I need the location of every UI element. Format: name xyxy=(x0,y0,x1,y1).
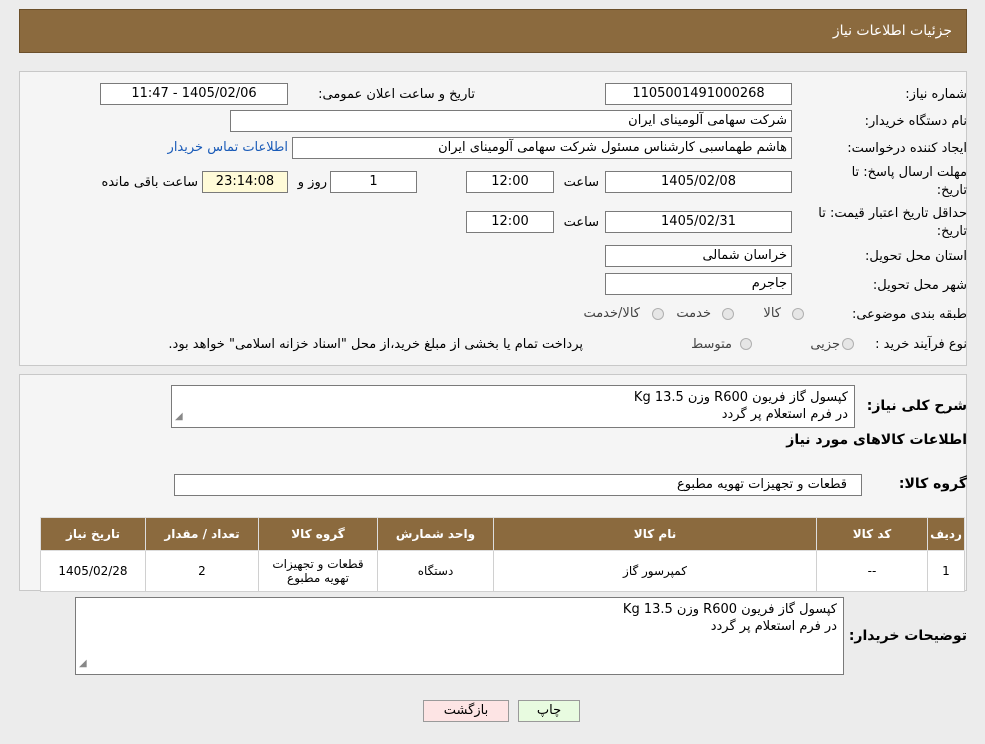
validity-label-date: تاریخ: xyxy=(936,224,967,239)
category-label: طبقه بندی موضوعی: xyxy=(851,307,967,322)
summary-line-2: در فرم استعلام پر گردد xyxy=(721,407,848,422)
cell-name: کمپرسور گاز xyxy=(493,550,817,592)
resize-grip-icon[interactable]: ◢ xyxy=(79,655,87,672)
process-note: پرداخت تمام یا بخشی از مبلغ خرید،از محل … xyxy=(168,337,583,352)
cell-qty: 2 xyxy=(145,550,259,592)
buyer-notes-label: توضیحات خریدار: xyxy=(848,628,967,644)
process-option-minor: جزیی xyxy=(810,337,840,352)
col-date: تاریخ نیاز xyxy=(40,517,146,551)
category-option-goods: کالا xyxy=(763,306,781,321)
print-button[interactable]: چاپ xyxy=(518,700,580,722)
col-unit: واحد شمارش xyxy=(377,517,494,551)
buyer-notes-line-1: کپسول گاز فریون R600 وزن 13.5 Kg xyxy=(622,602,837,617)
process-radio-medium[interactable] xyxy=(740,338,752,350)
cell-unit: دستگاه xyxy=(377,550,494,592)
deadline-label: مهلت ارسال پاسخ: تا xyxy=(851,165,967,180)
cell-code: -- xyxy=(816,550,928,592)
cell-date: 1405/02/28 xyxy=(40,550,146,592)
table-row: 1 -- کمپرسور گاز دستگاه قطعات و تجهیزات … xyxy=(40,550,965,592)
province-field: خراسان شمالی xyxy=(605,245,792,267)
summary-line-1: کپسول گاز فریون R600 وزن 13.5 Kg xyxy=(633,390,848,405)
cell-group: قطعات و تجهیزات تهویه مطبوع xyxy=(258,550,378,592)
deadline-time-field: 12:00 xyxy=(466,171,554,193)
col-qty: تعداد / مقدار xyxy=(145,517,259,551)
remaining-label: ساعت باقی مانده xyxy=(101,175,198,190)
category-radio-service[interactable] xyxy=(722,308,734,320)
city-label: شهر محل تحویل: xyxy=(872,278,967,293)
buyer-notes-textarea[interactable]: کپسول گاز فریون R600 وزن 13.5 Kg در فرم … xyxy=(75,597,844,675)
validity-time-label: ساعت xyxy=(563,215,599,230)
days-label: روز و xyxy=(297,175,327,190)
buyer-org-field: شرکت سهامی آلومینای ایران xyxy=(230,110,792,132)
process-option-medium: متوسط xyxy=(691,337,732,352)
page-header: جزئیات اطلاعات نیاز xyxy=(19,9,967,53)
table-header-row: ردیف کد کالا نام کالا واحد شمارش گروه کا… xyxy=(40,517,965,551)
province-label: استان محل تحویل: xyxy=(865,249,967,264)
buyer-notes-line-2: در فرم استعلام پر گردد xyxy=(710,619,837,634)
summary-textarea[interactable]: کپسول گاز فریون R600 وزن 13.5 Kg در فرم … xyxy=(171,385,855,428)
category-option-goods-service: کالا/خدمت xyxy=(583,306,640,321)
goods-info-title: اطلاعات کالاهای مورد نیاز xyxy=(786,432,967,448)
creator-field: هاشم طهماسبی کارشناس مسئول شرکت سهامی آل… xyxy=(292,137,792,159)
col-row: ردیف xyxy=(927,517,965,551)
deadline-time-label: ساعت xyxy=(563,175,599,190)
process-radio-minor[interactable] xyxy=(842,338,854,350)
col-group: گروه کالا xyxy=(258,517,378,551)
need-number-field: 1105001491000268 xyxy=(605,83,792,105)
process-label: نوع فرآیند خرید : xyxy=(875,337,967,352)
announce-datetime-field: 1405/02/06 - 11:47 xyxy=(100,83,288,105)
col-code: کد کالا xyxy=(816,517,928,551)
creator-label: ایجاد کننده درخواست: xyxy=(847,141,967,156)
validity-date-field: 1405/02/31 xyxy=(605,211,792,233)
goods-table: ردیف کد کالا نام کالا واحد شمارش گروه کا… xyxy=(40,517,965,592)
city-field: جاجرم xyxy=(605,273,792,295)
validity-time-field: 12:00 xyxy=(466,211,554,233)
col-name: نام کالا xyxy=(493,517,817,551)
page-title: جزئیات اطلاعات نیاز xyxy=(832,23,952,39)
remaining-days-field: 1 xyxy=(330,171,417,193)
buyer-contact-link[interactable]: اطلاعات تماس خریدار xyxy=(168,140,288,155)
deadline-date-field: 1405/02/08 xyxy=(605,171,792,193)
remaining-time-field: 23:14:08 xyxy=(202,171,288,193)
summary-label: شرح کلی نیاز: xyxy=(866,398,967,414)
buyer-org-label: نام دستگاه خریدار: xyxy=(864,114,967,129)
goods-group-field: قطعات و تجهیزات تهویه مطبوع xyxy=(174,474,862,496)
resize-grip-icon[interactable]: ◢ xyxy=(175,408,183,425)
category-radio-goods-service[interactable] xyxy=(652,308,664,320)
deadline-label-date: تاریخ: xyxy=(936,183,967,198)
need-number-label: شماره نیاز: xyxy=(905,87,967,102)
announce-label: تاریخ و ساعت اعلان عمومی: xyxy=(318,87,475,102)
category-radio-goods[interactable] xyxy=(792,308,804,320)
category-option-service: خدمت xyxy=(676,306,711,321)
goods-group-label: گروه کالا: xyxy=(898,476,967,492)
cell-row: 1 xyxy=(927,550,965,592)
validity-label: حداقل تاریخ اعتبار قیمت: تا xyxy=(818,206,967,221)
back-button[interactable]: بازگشت xyxy=(423,700,509,722)
